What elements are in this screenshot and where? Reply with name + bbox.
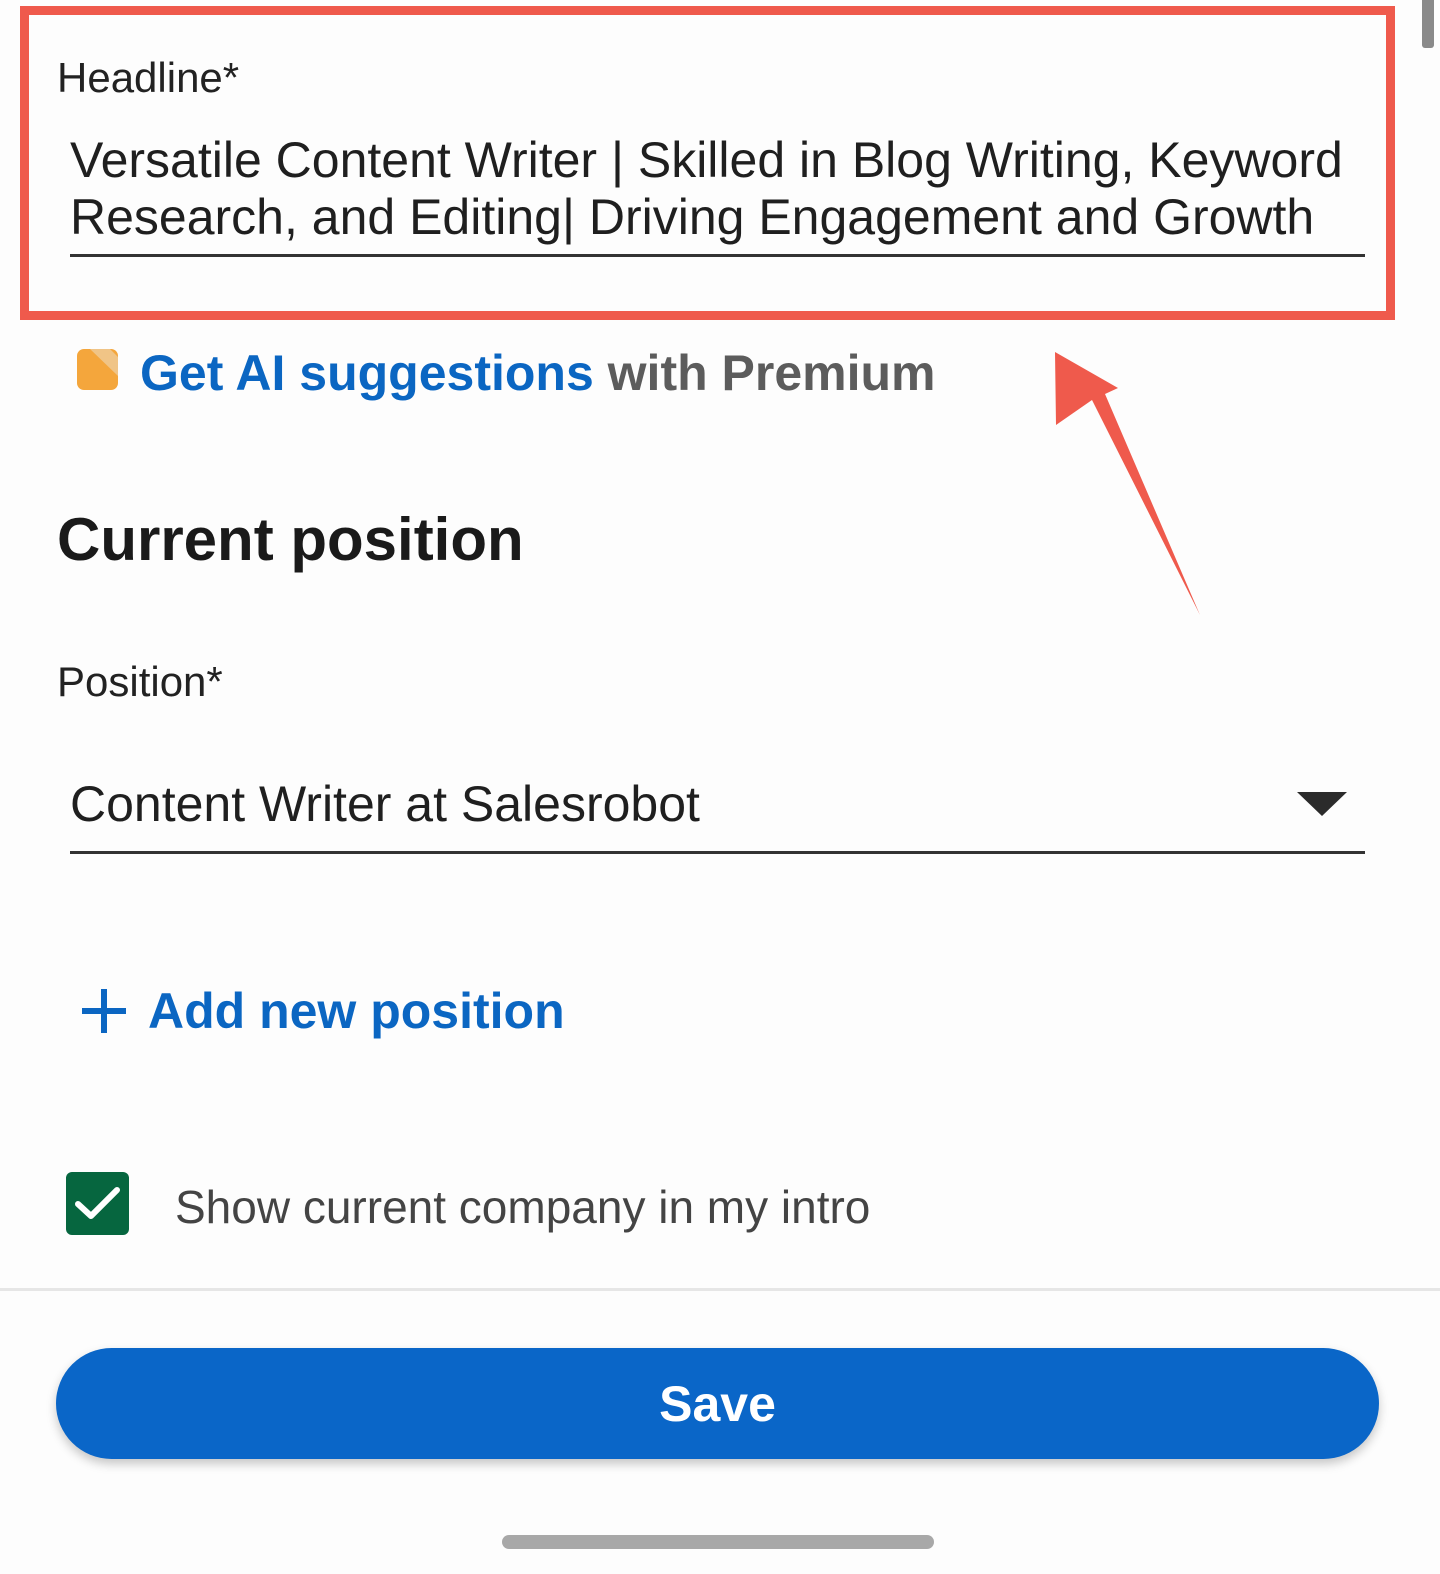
- show-company-checkbox[interactable]: [66, 1172, 129, 1235]
- headline-input[interactable]: Versatile Content Writer | Skilled in Bl…: [70, 132, 1360, 246]
- red-arrow-annotation: [1055, 352, 1200, 615]
- add-new-position-button[interactable]: Add new position: [80, 978, 565, 1044]
- scroll-indicator[interactable]: [1422, 0, 1434, 48]
- add-new-position-label: Add new position: [148, 983, 565, 1039]
- headline-underline: [70, 254, 1365, 257]
- ai-suggestions-line: Get AI suggestions with Premium: [140, 344, 936, 402]
- home-indicator[interactable]: [502, 1535, 934, 1549]
- footer-divider: [0, 1288, 1440, 1291]
- premium-badge-icon: [77, 349, 118, 390]
- position-dropdown[interactable]: Content Writer at Salesrobot: [70, 770, 1365, 854]
- ai-suggestions-link[interactable]: Get AI suggestions: [140, 345, 594, 401]
- premium-text: with Premium: [593, 345, 936, 401]
- position-underline: [70, 851, 1365, 854]
- save-button[interactable]: Save: [56, 1348, 1379, 1459]
- headline-label: Headline*: [57, 54, 240, 101]
- current-position-heading: Current position: [57, 506, 524, 573]
- checkmark-icon: [75, 1187, 120, 1219]
- position-label: Position*: [57, 658, 223, 705]
- show-company-label: Show current company in my intro: [175, 1181, 871, 1233]
- dropdown-arrow-icon[interactable]: [1297, 792, 1347, 816]
- position-selected-value: Content Writer at Salesrobot: [70, 776, 700, 832]
- plus-icon: [82, 989, 126, 1033]
